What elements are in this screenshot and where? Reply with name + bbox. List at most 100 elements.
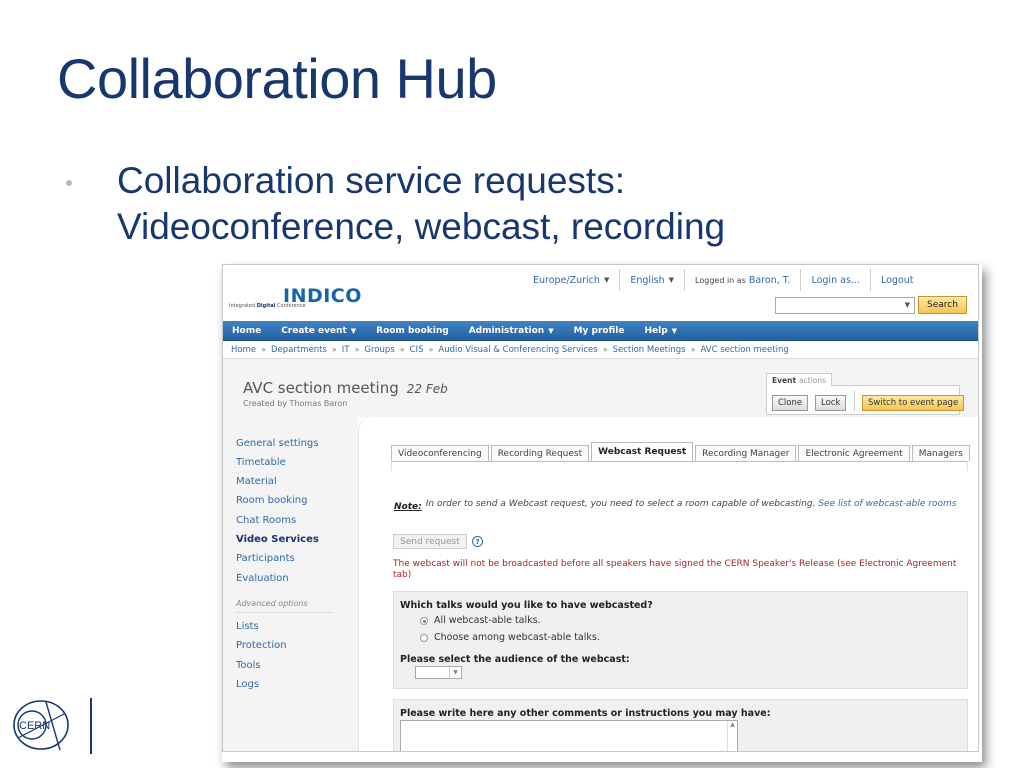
breadcrumb-item[interactable]: Home bbox=[231, 345, 256, 355]
logo-divider bbox=[90, 698, 92, 754]
slide-title: Collaboration Hub bbox=[57, 47, 497, 110]
radio-button[interactable] bbox=[420, 633, 428, 642]
bullet-dot bbox=[66, 180, 72, 186]
breadcrumb-separator-icon: » bbox=[428, 345, 434, 354]
user-bar: Europe/Zurich ▼ English ▼ Logged in as Baro… bbox=[523, 269, 923, 291]
nav-home[interactable]: Home bbox=[223, 326, 272, 336]
search-input[interactable]: ▼ bbox=[775, 296, 915, 314]
breadcrumb-separator-icon: » bbox=[399, 345, 405, 354]
event-creator: Created by Thomas Baron bbox=[243, 399, 348, 408]
cern-logo: CERN bbox=[13, 700, 69, 751]
breadcrumb-item[interactable]: AVC section meeting bbox=[700, 345, 788, 355]
lock-button[interactable]: Lock bbox=[815, 395, 847, 411]
breadcrumb-separator-icon: » bbox=[354, 345, 360, 354]
bullet-text: Collaboration service requests: Videocon… bbox=[117, 158, 725, 250]
tab-managers[interactable]: Managers bbox=[911, 445, 970, 461]
chevron-down-icon: ▼ bbox=[671, 326, 678, 335]
breadcrumb-item[interactable]: Section Meetings bbox=[613, 345, 686, 355]
radio-all-talks[interactable]: All webcast-able talks. bbox=[420, 615, 541, 626]
sidebar-item-protection[interactable]: Protection bbox=[236, 640, 287, 651]
login-as-link[interactable]: Login as... bbox=[800, 269, 869, 291]
talks-question: Which talks would you like to have webca… bbox=[400, 600, 653, 611]
user-name-link[interactable]: Baron, T. bbox=[749, 275, 791, 286]
nav-help[interactable]: Help ▼ bbox=[635, 326, 688, 336]
sidebar-item-general-settings[interactable]: General settings bbox=[236, 438, 318, 449]
main-nav: Home Create event ▼ Room booking Administ… bbox=[223, 321, 978, 341]
actions-divider bbox=[854, 391, 855, 411]
webcast-note: Note: In order to send a Webcast request… bbox=[394, 499, 964, 513]
sidebar-item-logs[interactable]: Logs bbox=[236, 679, 259, 690]
breadcrumb-item[interactable]: CIS bbox=[410, 345, 424, 355]
event-actions-label: Event actions bbox=[766, 373, 833, 386]
indico-tagline: Integrated Digital Conference bbox=[229, 303, 306, 309]
switch-to-event-page-button[interactable]: Switch to event page bbox=[862, 395, 965, 411]
indico-screenshot: INDICO Integrated Digital Conference Eur… bbox=[222, 264, 979, 752]
comments-textarea[interactable]: ▲ bbox=[400, 720, 738, 751]
note-label: Note: bbox=[394, 502, 422, 512]
help-icon[interactable]: ? bbox=[472, 536, 483, 547]
advanced-options-label: Advanced options bbox=[236, 599, 308, 608]
chevron-down-icon: ▼ bbox=[548, 326, 554, 335]
sidebar-item-lists[interactable]: Lists bbox=[236, 621, 259, 632]
breadcrumb-separator-icon: » bbox=[331, 345, 337, 354]
nav-my-profile[interactable]: My profile bbox=[565, 326, 636, 336]
tab-webcast-request[interactable]: Webcast Request bbox=[591, 442, 694, 461]
radio-choose-talks[interactable]: Choose among webcast-able talks. bbox=[420, 632, 600, 643]
sidebar-item-participants[interactable]: Participants bbox=[236, 553, 295, 564]
tab-bar: Videoconferencing Recording Request Webc… bbox=[391, 442, 972, 461]
sidebar-divider bbox=[236, 612, 334, 613]
radio-button-selected[interactable] bbox=[420, 616, 428, 625]
event-date: 22 Feb bbox=[406, 382, 448, 396]
chevron-down-icon: ▼ bbox=[668, 276, 675, 284]
timezone-selector[interactable]: Europe/Zurich ▼ bbox=[523, 269, 619, 291]
sidebar-item-chat-rooms[interactable]: Chat Rooms bbox=[236, 515, 296, 526]
sidebar-item-room-booking[interactable]: Room booking bbox=[236, 495, 308, 506]
chevron-down-icon: ▼ bbox=[603, 276, 610, 284]
chevron-down-icon[interactable]: ▼ bbox=[905, 301, 910, 309]
tab-videoconferencing[interactable]: Videoconferencing bbox=[391, 445, 489, 461]
search-row: ▼ Search bbox=[775, 296, 967, 314]
bullet-line-2: Videoconference, webcast, recording bbox=[117, 206, 726, 247]
clone-button[interactable]: Clone bbox=[772, 395, 809, 411]
tab-content-frame bbox=[391, 461, 968, 471]
bullet-line-1: Collaboration service requests: bbox=[117, 160, 625, 201]
sidebar: General settings Timetable Material Room… bbox=[223, 417, 358, 751]
breadcrumb-separator-icon: » bbox=[690, 345, 696, 354]
nav-room-booking[interactable]: Room booking bbox=[367, 326, 460, 336]
send-request-button[interactable]: Send request bbox=[393, 534, 467, 549]
sidebar-item-tools[interactable]: Tools bbox=[236, 660, 261, 671]
speaker-release-warning: The webcast will not be broadcasted befo… bbox=[393, 559, 957, 580]
note-text: In order to send a Webcast request, you … bbox=[425, 499, 816, 509]
indico-logo[interactable]: INDICO Integrated Digital Conference bbox=[229, 281, 379, 311]
language-selector[interactable]: English ▼ bbox=[619, 269, 684, 291]
indico-topbar: INDICO Integrated Digital Conference Eur… bbox=[223, 265, 978, 321]
chevron-down-icon: ▼ bbox=[350, 326, 357, 335]
logout-link[interactable]: Logout bbox=[869, 269, 924, 291]
breadcrumb-separator-icon: » bbox=[261, 345, 267, 354]
nav-create-event[interactable]: Create event ▼ bbox=[272, 326, 367, 336]
breadcrumb-item[interactable]: Audio Visual & Conferencing Services bbox=[438, 345, 597, 355]
sidebar-item-video-services[interactable]: Video Services bbox=[236, 534, 319, 545]
audience-question: Please select the audience of the webcas… bbox=[400, 654, 630, 665]
sidebar-item-evaluation[interactable]: Evaluation bbox=[236, 573, 289, 584]
chevron-down-icon[interactable]: ▼ bbox=[449, 667, 461, 678]
breadcrumb-item[interactable]: IT bbox=[342, 345, 350, 355]
audience-select[interactable]: ▼ bbox=[415, 666, 462, 679]
breadcrumb-item[interactable]: Groups bbox=[364, 345, 394, 355]
cern-logo-text: CERN bbox=[19, 720, 50, 732]
scrollbar[interactable]: ▲ bbox=[727, 721, 737, 751]
search-button[interactable]: Search bbox=[918, 296, 967, 314]
tab-electronic-agreement[interactable]: Electronic Agreement bbox=[798, 445, 910, 461]
breadcrumb-separator-icon: » bbox=[602, 345, 608, 354]
logged-in-user: Logged in as Baron, T. bbox=[684, 269, 800, 291]
breadcrumb-item[interactable]: Departments bbox=[271, 345, 327, 355]
nav-administration[interactable]: Administration ▼ bbox=[460, 326, 565, 336]
tab-recording-manager[interactable]: Recording Manager bbox=[695, 445, 797, 461]
tab-recording-request[interactable]: Recording Request bbox=[490, 445, 590, 461]
webcast-rooms-link[interactable]: See list of webcast-able rooms bbox=[818, 499, 956, 509]
event-title: AVC section meeting 22 Feb bbox=[243, 379, 448, 397]
sidebar-item-material[interactable]: Material bbox=[236, 476, 277, 487]
breadcrumb: Home » Departments » IT » Groups » CIS » Audi… bbox=[223, 341, 978, 359]
comments-question: Please write here any other comments or … bbox=[400, 708, 771, 719]
sidebar-item-timetable[interactable]: Timetable bbox=[236, 457, 286, 468]
